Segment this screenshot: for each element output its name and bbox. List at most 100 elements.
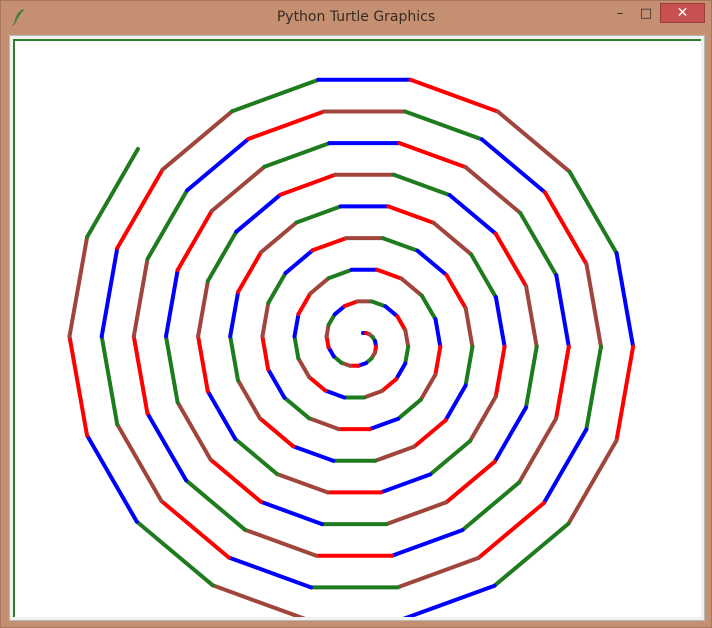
spiral-segment <box>394 361 408 382</box>
minimize-icon: – <box>616 5 624 21</box>
spiral-segment <box>294 204 343 225</box>
spiral-segment <box>145 188 190 261</box>
spiral-segment <box>476 501 546 560</box>
spiral-segment <box>260 301 271 339</box>
spiral-drawing <box>67 77 636 617</box>
spiral-segment <box>468 394 498 443</box>
spiral-segment <box>369 299 388 309</box>
spiral-segment <box>228 334 240 383</box>
spiral-segment <box>395 555 481 590</box>
spiral-segment <box>384 500 449 527</box>
spiral-segment <box>614 344 636 443</box>
spiral-segment <box>307 375 328 393</box>
spiral-segment <box>399 276 424 298</box>
spiral-segment <box>403 344 411 366</box>
spiral-segment <box>479 137 547 195</box>
spiral-segment <box>164 334 180 405</box>
maximize-button[interactable]: □ <box>633 3 659 23</box>
spiral-segment <box>134 519 215 588</box>
spiral-segment <box>266 367 287 400</box>
spiral-segment <box>145 411 189 483</box>
spiral-segment <box>226 555 313 590</box>
close-icon: ✕ <box>676 5 689 21</box>
spiral-segment <box>236 378 262 421</box>
spiral-segment <box>395 314 408 333</box>
spiral-segment <box>431 220 474 257</box>
spiral-segment <box>99 246 120 339</box>
spiral-segment <box>196 334 210 394</box>
spiral-segment <box>258 499 324 527</box>
spiral-segment <box>310 236 349 253</box>
spiral-segment <box>296 356 312 379</box>
spiral-segment <box>614 251 636 349</box>
spiral-segment <box>205 229 239 283</box>
spiral-segment <box>259 220 299 255</box>
spiral-segment <box>493 295 507 349</box>
spiral-segment <box>444 273 468 311</box>
maximize-icon: □ <box>639 5 653 21</box>
spiral-segment <box>210 583 306 617</box>
spiral-segment <box>419 293 438 322</box>
spiral-segment <box>447 193 498 236</box>
spiral-segment <box>469 252 498 300</box>
spiral-segment <box>463 344 475 388</box>
spiral-segment <box>584 344 603 432</box>
spiral-segment <box>566 438 619 526</box>
turtle-window: Python Turtle Graphics – □ ✕ <box>0 0 712 628</box>
minimize-button[interactable]: – <box>607 3 633 23</box>
spiral-segment <box>403 109 484 142</box>
spiral-segment <box>209 164 267 213</box>
spiral-segment <box>291 444 336 463</box>
spiral-segment <box>397 141 468 170</box>
spiral-segment <box>99 334 120 427</box>
spiral-segment <box>375 267 404 281</box>
spiral-segment <box>196 279 210 339</box>
spiral-segment <box>408 77 500 114</box>
spiral-segment <box>292 312 301 339</box>
spiral-segment <box>463 306 475 349</box>
spiral-segment <box>391 172 452 198</box>
spiral-segment <box>493 344 507 399</box>
spiral-segment <box>554 344 571 421</box>
spiral-segment <box>115 422 164 503</box>
spiral-segment <box>378 472 433 495</box>
spiral-segment <box>433 317 443 349</box>
spiral-segment <box>584 262 603 349</box>
turtle-canvas[interactable] <box>13 39 701 617</box>
spiral-segment <box>205 389 238 441</box>
spiral-segment <box>415 248 449 277</box>
spiral-segment <box>554 273 571 349</box>
spiral-segment <box>234 192 283 234</box>
spiral-segment <box>307 416 341 432</box>
window-client-area <box>9 35 705 621</box>
spiral-segment <box>175 209 214 272</box>
spiral-segment <box>390 528 465 558</box>
spiral-segment <box>383 304 400 319</box>
spiral-segment <box>367 416 401 432</box>
spiral-segment <box>444 459 497 505</box>
spiral-segment <box>164 268 180 339</box>
spiral-segment <box>266 271 288 305</box>
spiral-segment <box>282 395 312 421</box>
spiral-segment <box>260 334 271 372</box>
spiral-segment <box>428 439 473 477</box>
spiral-segment <box>185 137 251 193</box>
spiral-segment <box>524 344 539 410</box>
spiral-segment <box>131 334 150 416</box>
spiral-segment <box>242 527 319 558</box>
spiral-segment <box>493 231 529 289</box>
spiral-segment <box>296 291 313 316</box>
spiral-segment <box>402 583 497 617</box>
spiral-segment <box>208 457 263 504</box>
spiral-segment <box>380 377 399 393</box>
spiral-segment <box>524 284 539 349</box>
close-button[interactable]: ✕ <box>660 3 705 23</box>
spiral-segment <box>292 334 301 361</box>
spiral-segment <box>283 248 315 275</box>
spiral-segment <box>433 344 443 377</box>
spiral-segment <box>567 169 619 256</box>
spiral-segment <box>230 77 321 114</box>
spiral-segment <box>131 257 150 339</box>
title-bar[interactable]: Python Turtle Graphics – □ ✕ <box>1 1 711 35</box>
spiral-segment <box>443 383 468 423</box>
